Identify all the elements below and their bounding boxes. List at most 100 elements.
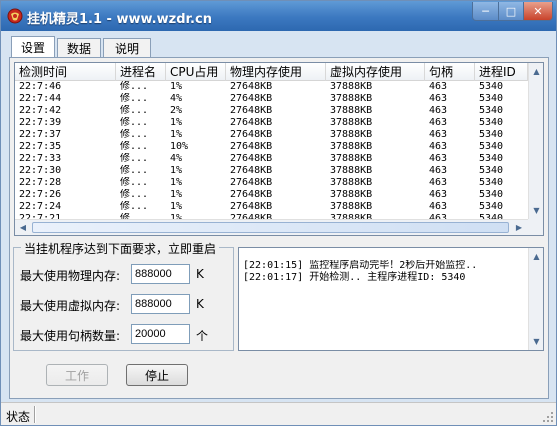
cell-cpu: 10% [170, 141, 189, 152]
log-panel[interactable]: [22:01:15] 监控程序启动完毕！2秒后开始监控.. [22:01:17]… [238, 247, 544, 351]
cell-virtual-memory: 37888KB [330, 81, 373, 92]
minimize-button[interactable]: ─ [472, 2, 499, 21]
horizontal-scroll-thumb[interactable] [32, 222, 509, 233]
table-row[interactable]: 22:7:42 修... 2% 27648KB 37888KB 463 5340 [15, 105, 528, 117]
cell-virtual-memory: 37888KB [330, 141, 373, 152]
tab-help[interactable]: 说明 [103, 38, 151, 58]
max-virtual-memory-input[interactable] [131, 294, 190, 314]
maximize-button[interactable]: □ [498, 2, 524, 21]
log-vertical-scrollbar[interactable]: ▲ ▼ [528, 248, 543, 350]
cell-virtual-memory: 37888KB [330, 93, 373, 104]
resize-grip-icon[interactable] [542, 411, 554, 423]
cell-cpu: 1% [170, 165, 183, 176]
start-button[interactable]: 工作 [46, 364, 108, 386]
column-header-process[interactable]: 进程名 [116, 63, 166, 81]
max-handles-label: 最大使用句柄数量: [20, 329, 121, 343]
scroll-corner [528, 219, 543, 235]
tab-settings[interactable]: 设置 [11, 36, 55, 58]
scroll-up-arrow-icon[interactable]: ▲ [530, 64, 543, 78]
table-row[interactable]: 22:7:37 修... 1% 27648KB 37888KB 463 5340 [15, 129, 528, 141]
window-title: 挂机精灵1.1 - www.wzdr.cn [27, 12, 212, 27]
title-bar[interactable]: 挂机精灵1.1 - www.wzdr.cn ─ □ ✕ [1, 1, 556, 31]
cell-handles: 463 [429, 81, 448, 92]
cell-physical-memory: 27648KB [230, 81, 273, 92]
log-line: [22:01:15] 监控程序启动完毕！2秒后开始监控.. [243, 260, 478, 271]
scroll-right-arrow-icon[interactable]: ▶ [512, 221, 526, 234]
table-row[interactable]: 22:7:30 修... 1% 27648KB 37888KB 463 5340 [15, 165, 528, 177]
table-row[interactable]: 22:7:35 修... 10% 27648KB 37888KB 463 5340 [15, 141, 528, 153]
log-scroll-up-arrow-icon[interactable]: ▲ [530, 249, 543, 263]
cell-process: 修... [120, 141, 149, 152]
cell-physical-memory: 27648KB [230, 93, 273, 104]
cell-process: 修... [120, 93, 149, 104]
column-header-virtual-memory[interactable]: 虚拟内存使用 [326, 63, 425, 81]
close-button[interactable]: ✕ [523, 2, 553, 21]
table-row[interactable]: 22:7:44 修... 4% 27648KB 37888KB 463 5340 [15, 93, 528, 105]
cell-virtual-memory: 37888KB [330, 105, 373, 116]
cell-pid: 5340 [479, 81, 504, 92]
table-row[interactable]: 22:7:39 修... 1% 27648KB 37888KB 463 5340 [15, 117, 528, 129]
table-header: 检测时间 进程名 CPU占用 物理内存使用 虚拟内存使用 句柄 进程ID [15, 63, 528, 81]
cell-pid: 5340 [479, 153, 504, 164]
cell-time: 22:7:24 [19, 201, 62, 212]
cell-handles: 463 [429, 117, 448, 128]
log-line: [22:01:17] 开始检测.. 主程序进程ID: 5340 [243, 272, 466, 283]
app-logo-icon [7, 8, 23, 24]
log-scroll-down-arrow-icon[interactable]: ▼ [530, 334, 543, 348]
column-header-handles[interactable]: 句柄 [425, 63, 475, 81]
column-header-pid[interactable]: 进程ID [475, 63, 528, 81]
cell-time: 22:7:39 [19, 117, 62, 128]
table-vertical-scrollbar[interactable]: ▲ ▼ [528, 63, 543, 219]
table-row[interactable]: 22:7:46 修... 1% 27648KB 37888KB 463 5340 [15, 81, 528, 93]
cell-physical-memory: 27648KB [230, 117, 273, 128]
cell-handles: 463 [429, 93, 448, 104]
status-bar: 状态 [1, 402, 556, 425]
cell-pid: 5340 [479, 201, 504, 212]
cell-physical-memory: 27648KB [230, 201, 273, 212]
cell-virtual-memory: 37888KB [330, 117, 373, 128]
max-handles-input[interactable] [131, 324, 190, 344]
table-row[interactable]: 22:7:26 修... 1% 27648KB 37888KB 463 5340 [15, 189, 528, 201]
max-virtual-memory-label: 最大使用虚拟内存: [20, 299, 121, 313]
cell-handles: 463 [429, 129, 448, 140]
column-header-time[interactable]: 检测时间 [15, 63, 116, 81]
cell-pid: 5340 [479, 141, 504, 152]
cell-time: 22:7:33 [19, 153, 62, 164]
max-physical-memory-input[interactable] [131, 264, 190, 284]
table-row[interactable]: 22:7:28 修... 1% 27648KB 37888KB 463 5340 [15, 177, 528, 189]
stop-button[interactable]: 停止 [126, 364, 188, 386]
cell-virtual-memory: 37888KB [330, 201, 373, 212]
table-row[interactable]: 22:7:24 修... 1% 27648KB 37888KB 463 5340 [15, 201, 528, 213]
cell-pid: 5340 [479, 117, 504, 128]
restart-group-title: 当挂机程序达到下面要求，立即重启 [21, 240, 220, 257]
column-header-cpu[interactable]: CPU占用 [166, 63, 226, 81]
scroll-left-arrow-icon[interactable]: ◀ [16, 221, 30, 234]
cell-process: 修... [120, 81, 149, 92]
cell-cpu: 1% [170, 81, 183, 92]
table-horizontal-scrollbar[interactable]: ◀ ▶ [15, 219, 528, 235]
cell-process: 修... [120, 165, 149, 176]
column-header-physical-memory[interactable]: 物理内存使用 [226, 63, 326, 81]
tab-data[interactable]: 数据 [57, 38, 101, 58]
cell-virtual-memory: 37888KB [330, 177, 373, 188]
max-virtual-memory-unit: K [196, 297, 204, 311]
cell-physical-memory: 27648KB [230, 141, 273, 152]
cell-cpu: 4% [170, 93, 183, 104]
process-table: 检测时间 进程名 CPU占用 物理内存使用 虚拟内存使用 句柄 进程ID 22:… [14, 62, 544, 236]
cell-physical-memory: 27648KB [230, 165, 273, 176]
cell-handles: 463 [429, 177, 448, 188]
table-row[interactable]: 22:7:33 修... 4% 27648KB 37888KB 463 5340 [15, 153, 528, 165]
cell-cpu: 1% [170, 177, 183, 188]
cell-handles: 463 [429, 165, 448, 176]
cell-physical-memory: 27648KB [230, 189, 273, 200]
cell-physical-memory: 27648KB [230, 153, 273, 164]
cell-virtual-memory: 37888KB [330, 153, 373, 164]
cell-pid: 5340 [479, 93, 504, 104]
max-physical-memory-unit: K [196, 267, 204, 281]
max-physical-memory-label: 最大使用物理内存: [20, 269, 121, 283]
status-separator [34, 406, 36, 423]
cell-time: 22:7:44 [19, 93, 62, 104]
cell-cpu: 1% [170, 189, 183, 200]
cell-time: 22:7:46 [19, 81, 62, 92]
scroll-down-arrow-icon[interactable]: ▼ [530, 203, 543, 217]
